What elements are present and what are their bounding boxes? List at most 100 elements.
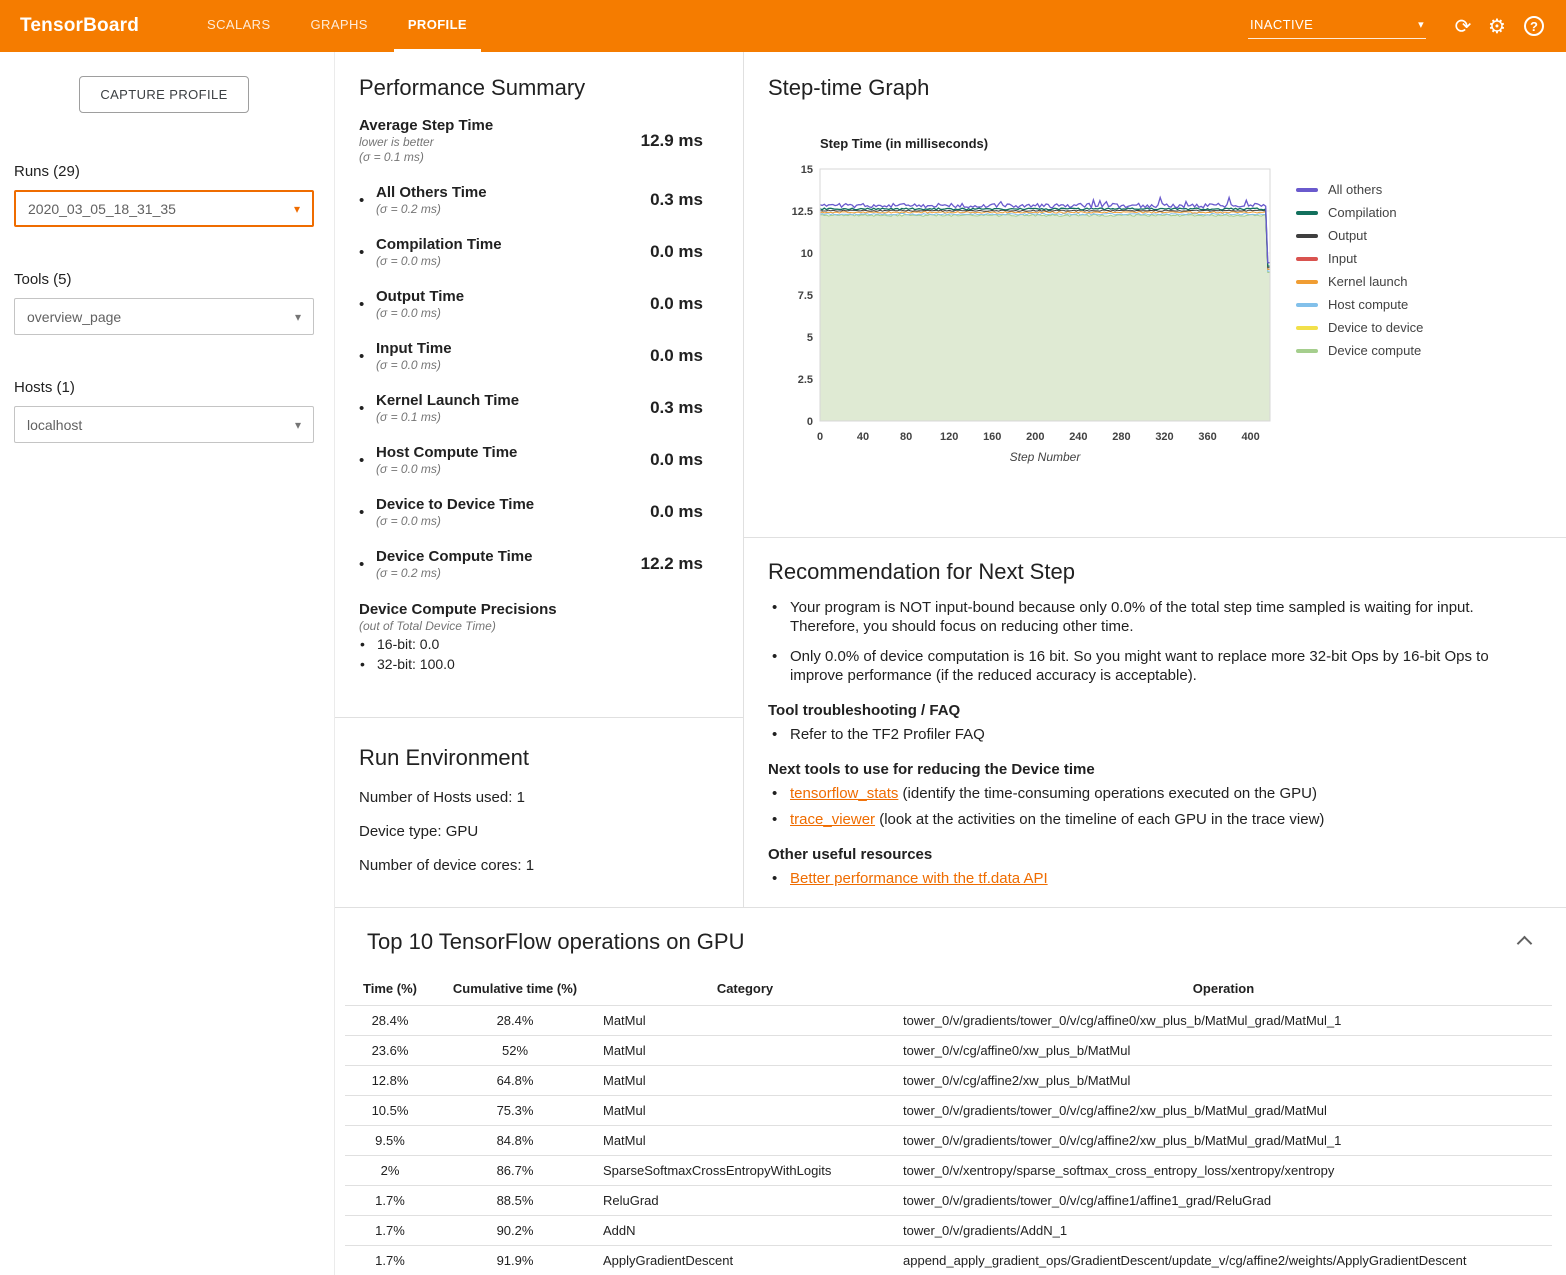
- perf-item-value: 0.3 ms: [650, 398, 703, 418]
- environment-line: Device type: GPU: [359, 823, 719, 840]
- perf-item-sigma: (σ = 0.0 ms): [376, 254, 650, 269]
- perf-item-row: • Compilation Time (σ = 0.0 ms) 0.0 ms: [359, 235, 703, 269]
- chevron-down-icon: ▾: [295, 310, 301, 324]
- resource-link[interactable]: Better performance with the tf.data API: [790, 870, 1048, 887]
- bullet-icon: •: [359, 296, 376, 313]
- top-ops-table: Time (%) Cumulative time (%) Category Op…: [345, 972, 1552, 1275]
- legend-item: Input: [1296, 251, 1423, 266]
- tools-label: Tools (5): [14, 271, 314, 288]
- chevron-down-icon: ▾: [1418, 18, 1424, 31]
- perf-item-row: • Device Compute Time (σ = 0.2 ms) 12.2 …: [359, 547, 703, 581]
- perf-item-row: • Host Compute Time (σ = 0.0 ms) 0.0 ms: [359, 443, 703, 477]
- table-header-row: Time (%) Cumulative time (%) Category Op…: [345, 972, 1552, 1006]
- nav-tab[interactable]: SCALARS: [193, 0, 285, 52]
- avg-step-time-value: 12.9 ms: [641, 131, 703, 151]
- app-title: TensorBoard: [20, 15, 139, 37]
- legend-label: Input: [1328, 251, 1357, 266]
- svg-text:15: 15: [801, 164, 813, 176]
- table-row: 9.5% 84.8% MatMul tower_0/v/gradients/to…: [345, 1126, 1552, 1156]
- perf-items-list: • All Others Time (σ = 0.2 ms) 0.3 ms: [359, 183, 703, 581]
- perf-item-row: • All Others Time (σ = 0.2 ms) 0.3 ms: [359, 183, 703, 217]
- bullet-icon: •: [359, 504, 376, 521]
- perf-item-value: 12.2 ms: [641, 554, 703, 574]
- svg-text:12.5: 12.5: [792, 206, 813, 218]
- operation-cell: append_apply_gradient_ops/GradientDescen…: [895, 1246, 1552, 1275]
- bullet-icon: •: [359, 348, 376, 365]
- main-content: Performance Summary Average Step Time lo…: [335, 52, 1566, 1275]
- operation-cell: tower_0/v/gradients/AddN_1: [895, 1216, 1552, 1246]
- nav-tab[interactable]: GRAPHS: [297, 0, 382, 52]
- tool-link[interactable]: tensorflow_stats: [790, 785, 898, 802]
- table-row: 1.7% 90.2% AddN tower_0/v/gradients/AddN…: [345, 1216, 1552, 1246]
- perf-item-sigma: (σ = 0.0 ms): [376, 306, 650, 321]
- hosts-select-value: localhost: [27, 417, 82, 433]
- chart-legend: All others Compilation: [1296, 136, 1423, 472]
- bullet-icon: •: [359, 400, 376, 417]
- table-row: 2% 86.7% SparseSoftmaxCrossEntropyWithLo…: [345, 1156, 1552, 1186]
- avg-step-time-note: lower is better: [359, 135, 641, 150]
- help-icon[interactable]: ?: [1524, 16, 1544, 36]
- cumulative-percent-cell: 88.5%: [435, 1186, 595, 1216]
- chevron-down-icon: ▾: [295, 418, 301, 432]
- nav-tab[interactable]: PROFILE: [394, 0, 481, 52]
- runs-select[interactable]: 2020_03_05_18_31_35 ▾: [14, 190, 314, 227]
- legend-label: Device to device: [1328, 320, 1423, 335]
- recommendation-title: Recommendation for Next Step: [768, 558, 1522, 586]
- category-cell: MatMul: [595, 1066, 895, 1096]
- tool-link-description: (identify the time-consuming operations …: [898, 785, 1317, 802]
- cumulative-percent-cell: 91.9%: [435, 1246, 595, 1275]
- legend-item: Device compute: [1296, 343, 1423, 358]
- collapse-chevron-icon[interactable]: [1517, 936, 1533, 952]
- time-percent-cell: 28.4%: [345, 1006, 435, 1036]
- perf-item-row: • Input Time (σ = 0.0 ms) 0.0 ms: [359, 339, 703, 373]
- cumulative-percent-cell: 90.2%: [435, 1216, 595, 1246]
- category-cell: SparseSoftmaxCrossEntropyWithLogits: [595, 1156, 895, 1186]
- svg-text:0: 0: [817, 431, 823, 443]
- table-column-header: Cumulative time (%): [435, 972, 595, 1006]
- table-row: 10.5% 75.3% MatMul tower_0/v/gradients/t…: [345, 1096, 1552, 1126]
- reload-mode-select[interactable]: INACTIVE ▾: [1248, 13, 1426, 39]
- recommendation-section: Recommendation for Next Step Your progra…: [744, 538, 1566, 895]
- precisions-label: Device Compute Precisions: [359, 600, 703, 619]
- bullet-icon: •: [359, 452, 376, 469]
- svg-text:240: 240: [1069, 431, 1087, 443]
- table-column-header: Operation: [895, 972, 1552, 1006]
- table-row: 28.4% 28.4% MatMul tower_0/v/gradients/t…: [345, 1006, 1552, 1036]
- time-percent-cell: 12.8%: [345, 1066, 435, 1096]
- legend-swatch: [1296, 211, 1318, 215]
- runs-select-value: 2020_03_05_18_31_35: [28, 201, 176, 217]
- performance-summary-section: Performance Summary Average Step Time lo…: [335, 52, 743, 718]
- top-bar: TensorBoard SCALARS GRAPHS PROFILE INACT…: [0, 0, 1566, 52]
- svg-text:5: 5: [807, 332, 813, 344]
- hosts-select[interactable]: localhost ▾: [14, 406, 314, 443]
- legend-item: Compilation: [1296, 205, 1423, 220]
- table-row: 23.6% 52% MatMul tower_0/v/cg/affine0/xw…: [345, 1036, 1552, 1066]
- perf-item-value: 0.0 ms: [650, 450, 703, 470]
- legend-label: Device compute: [1328, 343, 1421, 358]
- legend-item: Host compute: [1296, 297, 1423, 312]
- table-column-header: Category: [595, 972, 895, 1006]
- sidebar: CAPTURE PROFILE Runs (29) 2020_03_05_18_…: [0, 52, 335, 1275]
- legend-label: All others: [1328, 182, 1382, 197]
- perf-item-sigma: (σ = 0.2 ms): [376, 566, 641, 581]
- tool-link[interactable]: trace_viewer: [790, 811, 875, 828]
- settings-gear-icon[interactable]: ⚙: [1482, 11, 1512, 41]
- svg-text:360: 360: [1198, 431, 1216, 443]
- table-row: 1.7% 88.5% ReluGrad tower_0/v/gradients/…: [345, 1186, 1552, 1216]
- refresh-icon[interactable]: ⟳: [1448, 11, 1478, 41]
- precision-value: 32-bit: 100.0: [377, 654, 455, 674]
- cumulative-percent-cell: 64.8%: [435, 1066, 595, 1096]
- svg-text:7.5: 7.5: [798, 290, 813, 302]
- recommendation-bullets: Your program is NOT input-bound because …: [768, 598, 1522, 685]
- cumulative-percent-cell: 52%: [435, 1036, 595, 1066]
- tools-select[interactable]: overview_page ▾: [14, 298, 314, 335]
- precisions-list: • 16-bit: 0.0 • 32-bit: 100.0: [359, 634, 703, 674]
- average-step-time-row: Average Step Time lower is better (σ = 0…: [359, 116, 703, 165]
- perf-item-value: 0.0 ms: [650, 346, 703, 366]
- table-column-header: Time (%): [345, 972, 435, 1006]
- recommendation-bullet: Only 0.0% of device computation is 16 bi…: [768, 647, 1522, 685]
- step-time-chart: 02.557.51012.515040801201602002402803203…: [768, 159, 1280, 467]
- perf-item-sigma: (σ = 0.0 ms): [376, 514, 650, 529]
- capture-profile-button[interactable]: CAPTURE PROFILE: [79, 76, 248, 113]
- category-cell: MatMul: [595, 1096, 895, 1126]
